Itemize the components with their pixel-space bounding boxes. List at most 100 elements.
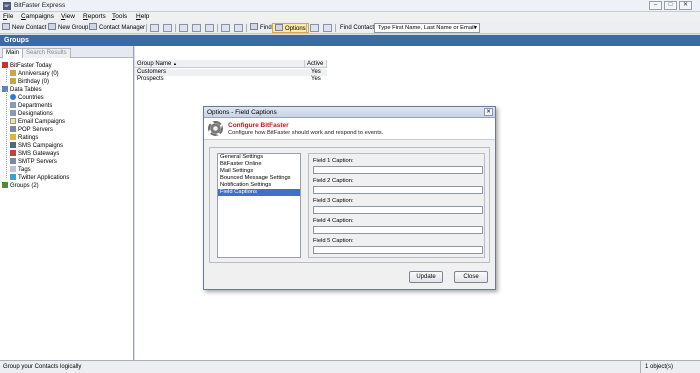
menu-reports[interactable]: Reports [83,13,106,20]
banner-subtitle: Configure how BitFaster should work and … [228,130,384,136]
tree-node-groups[interactable]: Groups (2) [2,182,39,190]
menu-view[interactable]: View [61,13,75,20]
tree-node-label: BitFaster Today [10,63,52,69]
navigation-pane: Main Search Results BitFaster Today Anni… [0,46,134,360]
window-title: BitFaster Express [14,2,66,9]
tab-search-results[interactable]: Search Results [22,48,71,58]
update-button[interactable]: Update [409,271,443,283]
field-2-caption-input[interactable] [313,186,483,194]
globe-icon [10,94,16,100]
tree-node-label: Designations [18,111,53,117]
tree-node-tags[interactable]: Tags [10,166,31,174]
tree-node-ratings[interactable]: Ratings [10,134,38,142]
tree-node-email-campaigns[interactable]: Email Campaigns [10,118,65,126]
close-window-button[interactable]: ✕ [679,1,692,10]
category-mail-settings[interactable]: Mail Settings [218,168,300,175]
options-button[interactable]: Options [272,23,309,33]
contacts-icon[interactable] [163,24,172,32]
field-4-caption-input[interactable] [313,226,483,234]
tree-node-bitfaster-today[interactable]: BitFaster Today [2,62,52,70]
new-group-button[interactable]: New Group [48,23,88,33]
tree-node-twitter-applications[interactable]: Twitter Applications [10,174,69,182]
page-title: Groups [0,35,700,46]
tree-node-birthday[interactable]: Birthday (0) [10,78,49,86]
group-name-cell: Customers [137,69,167,75]
tree-node-pop-servers[interactable]: POP Servers [10,126,53,134]
search-icon [250,23,258,30]
object-count: 1 object(s) [640,361,673,373]
tree-node-departments[interactable]: Departments [10,102,52,110]
active-cell: Yes [311,76,321,82]
server-icon [10,126,16,132]
export-icon[interactable] [234,24,243,32]
new-group-label: New Group [58,25,89,31]
table-row[interactable]: Prospects Yes [135,76,327,83]
import-icon[interactable] [221,24,230,32]
category-bounced-message-settings[interactable]: Bounced Message Settings [218,175,300,182]
minimize-button[interactable]: – [649,1,662,10]
category-bitfaster-online[interactable]: BitFaster Online [218,161,300,168]
find-button[interactable]: Find [250,23,272,33]
table-row[interactable]: Customers Yes [135,69,327,76]
field-3-caption-input[interactable] [313,206,483,214]
settings-category-list[interactable]: General Settings BitFaster Online Mail S… [217,153,301,258]
category-notification-settings[interactable]: Notification Settings [218,182,300,189]
dialog-close-icon[interactable]: ✕ [484,108,493,116]
sort-ascending-icon: ▲ [173,61,177,66]
sms-icon[interactable] [192,24,201,32]
title-bar: BF BitFaster Express – □ ✕ [0,0,700,12]
contact-manager-button[interactable]: Contact Manager [89,23,145,33]
maximize-button[interactable]: □ [664,1,677,10]
category-general-settings[interactable]: General Settings [218,154,300,161]
phone-icon[interactable] [205,24,214,32]
new-contact-button[interactable]: New Contact [2,23,46,33]
event-icon [10,78,16,84]
column-header-active[interactable]: Active [305,60,327,68]
new-contact-icon [2,23,10,30]
tree-node-sms-gateways[interactable]: SMS Gateways [10,150,59,158]
mail-send-icon[interactable] [179,24,188,32]
field-5-caption-input[interactable] [313,246,483,254]
tree-node-label: Departments [18,103,53,109]
tree-node-smtp-servers[interactable]: SMTP Servers [10,158,57,166]
tree-node-data-tables[interactable]: Data Tables [2,86,42,94]
find-contact-placeholder: Type First Name, Last Name or Email [378,25,475,31]
category-field-captions[interactable]: Field Captions [218,189,300,196]
menu-campaigns[interactable]: Campaigns [21,13,54,20]
menu-tools[interactable]: Tools [112,13,127,20]
twitter-icon [10,174,16,180]
menu-file[interactable]: File [3,13,14,20]
help-icon[interactable] [310,24,319,32]
tree-node-label: SMS Gateways [18,151,60,157]
email-icon[interactable] [150,24,159,32]
tree-node-label: Anniversary (0) [18,71,59,77]
tree-node-countries[interactable]: Countries [10,94,44,102]
options-icon [275,24,283,31]
tree-node-anniversary[interactable]: Anniversary (0) [10,70,59,78]
field-4-caption-label: Field 4 Caption: [313,218,354,224]
tree-node-designations[interactable]: Designations [10,110,53,118]
column-header-label: Group Name [137,61,172,67]
tree-node-label: Countries [18,95,44,101]
tree-node-label: Ratings [18,135,39,141]
calendar-icon [2,62,8,68]
field-5-caption-label: Field 5 Caption: [313,238,354,244]
dialog-title-bar: Options - Field Captions ✕ [204,107,495,118]
field-1-caption-input[interactable] [313,166,483,174]
twitter-icon[interactable] [323,24,332,32]
tree-node-sms-campaigns[interactable]: SMS Campaigns [10,142,63,150]
menu-help[interactable]: Help [136,13,149,20]
close-button[interactable]: Close [454,271,488,283]
chevron-down-icon[interactable]: ▼ [473,24,478,32]
tab-main[interactable]: Main [2,48,24,58]
options-dialog: Options - Field Captions ✕ Configure Bit… [203,106,496,290]
find-contact-combobox[interactable]: Type First Name, Last Name or Email ▼ [374,23,480,33]
star-icon [10,134,16,140]
gear-icon [208,121,223,136]
toolbar-separator [217,24,218,32]
column-header-group-name[interactable]: Group Name ▲ [135,60,305,68]
new-group-icon [48,23,56,30]
toolbar-separator [175,24,176,32]
event-icon [10,70,16,76]
toolbar-separator [335,24,336,32]
